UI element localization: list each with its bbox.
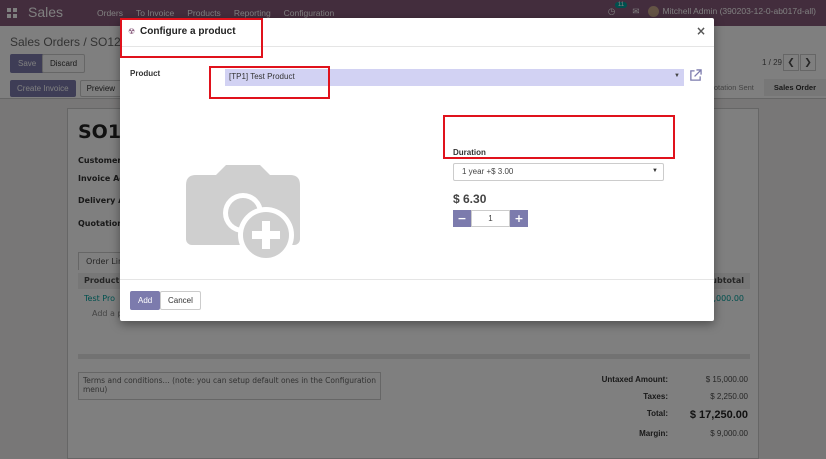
highlight-product-box [209, 66, 330, 99]
cancel-button[interactable]: Cancel [160, 291, 201, 310]
plus-icon[interactable]: + [510, 210, 528, 227]
add-button[interactable]: Add [130, 291, 161, 310]
highlight-duration-box [443, 115, 675, 159]
modal-footer: Add Cancel [120, 279, 714, 321]
quantity-stepper: − 1 + [453, 210, 528, 227]
configure-product-dialog: ☢ Configure a product × Product [TP1] Te… [120, 18, 714, 321]
minus-icon[interactable]: − [453, 210, 471, 227]
caret-down-icon: ▼ [652, 168, 658, 174]
duration-value: 1 year +$ 3.00 [462, 167, 514, 176]
caret-down-icon: ▼ [674, 73, 680, 79]
external-link-icon[interactable] [689, 69, 702, 82]
quantity-input[interactable]: 1 [471, 210, 510, 227]
product-price: $ 6.30 [453, 192, 487, 206]
close-icon[interactable]: × [696, 24, 706, 38]
product-label: Product [130, 69, 161, 78]
camera-placeholder-icon [186, 165, 300, 263]
highlight-title-box [120, 18, 263, 58]
duration-select[interactable]: 1 year +$ 3.00 ▼ [453, 163, 664, 181]
